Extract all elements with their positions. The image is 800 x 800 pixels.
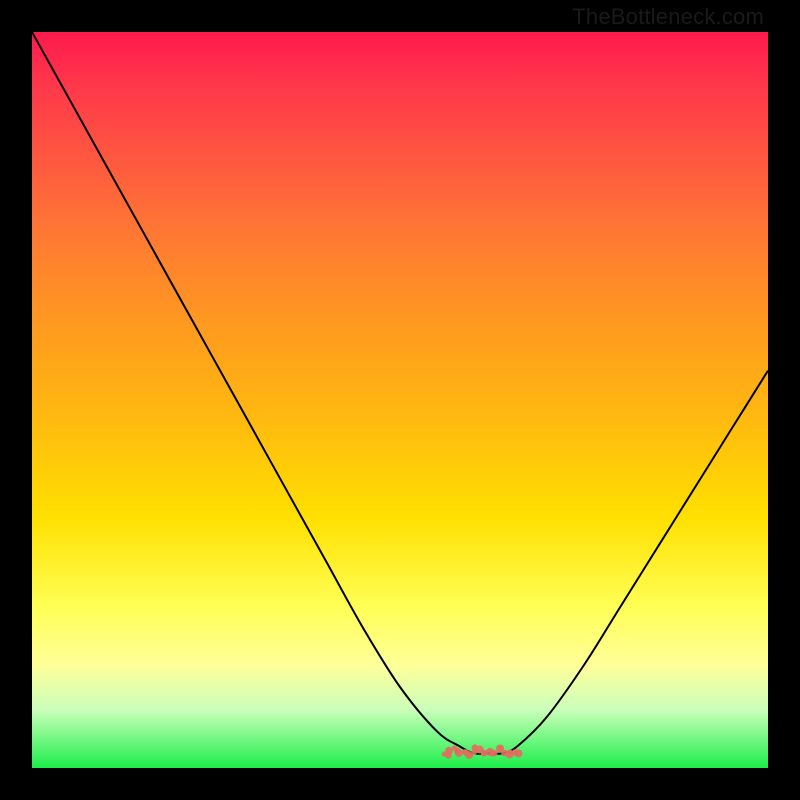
bottleneck-curve xyxy=(32,32,768,754)
curve-layer xyxy=(32,32,768,768)
chart-frame: TheBottleneck.com xyxy=(0,0,800,800)
watermark-label: TheBottleneck.com xyxy=(572,4,764,29)
trough-marker xyxy=(442,744,523,759)
watermark-text: TheBottleneck.com xyxy=(572,4,764,30)
plot-area xyxy=(32,32,768,768)
